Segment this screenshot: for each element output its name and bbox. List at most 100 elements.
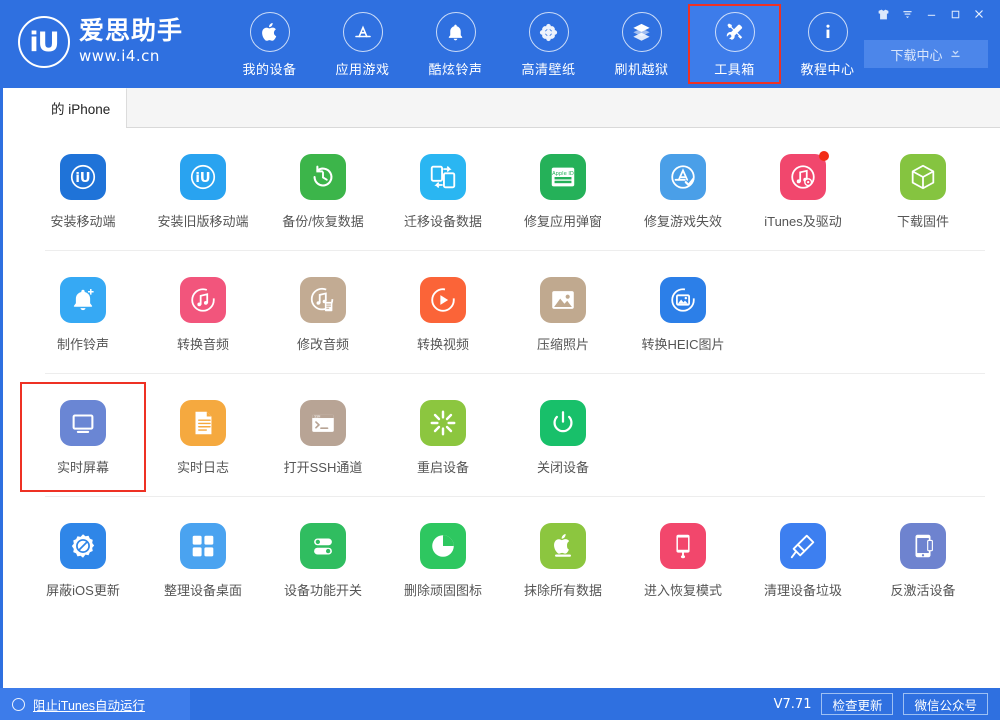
tool-label: 屏蔽iOS更新 [46,580,120,599]
nav-item-toolbox[interactable]: 工具箱 [688,4,781,84]
tool-label: 重启设备 [417,457,469,476]
video-convert-icon [420,277,466,323]
info-icon [808,12,848,52]
svg-text:iU: iU [75,171,90,186]
tool-item-appstore-fix[interactable]: 修复游戏失效 [623,146,743,238]
backup-restore-icon [300,154,346,200]
svg-text:SSH: SSH [314,414,320,418]
power-off-icon [540,400,586,446]
tool-item-photo-compress[interactable]: 压缩照片 [503,269,623,361]
tool-item-live-screen[interactable]: 实时屏幕 [23,392,143,484]
ringtone-make-icon [60,277,106,323]
download-center-button[interactable]: 下载中心 [864,40,988,68]
tool-item-i4-install[interactable]: iU安装移动端 [23,146,143,238]
brand: iU 爱思助手 www.i4.cn [18,16,183,68]
nav-item-apps-games[interactable]: 应用游戏 [316,4,409,84]
download-center-label: 下载中心 [890,45,942,64]
tool-item-ringtone-make[interactable]: 制作铃声 [23,269,143,361]
nav-label: 刷机越狱 [615,59,669,78]
arrange-home-icon [180,523,226,569]
tool-item-deactivate[interactable]: 反激活设备 [863,515,983,607]
i4-install-old-icon: iU [180,154,226,200]
tool-item-firmware-box[interactable]: 下载固件 [863,146,983,238]
tools-icon [715,12,755,52]
wechat-official-button[interactable]: 微信公众号 [903,693,988,715]
tool-item-heic-convert[interactable]: 转换HEIC图片 [623,269,743,361]
box-open-icon [622,12,662,52]
tool-group: iU安装移动端iU安装旧版移动端备份/恢复数据迁移设备数据 Apple ID 修复应… [3,128,999,250]
tool-item-reboot[interactable]: 重启设备 [383,392,503,484]
tool-item-video-convert[interactable]: 转换视频 [383,269,503,361]
tool-label: 制作铃声 [57,334,109,353]
itunes-driver-icon [780,154,826,200]
block-itunes-autorun-toggle[interactable]: 阻止iTunes自动运行 [0,688,190,720]
tool-label: 下载固件 [897,211,949,230]
tool-item-clean-junk[interactable]: 清理设备垃圾 [743,515,863,607]
tool-label: 修复应用弹窗 [524,211,602,230]
photo-compress-icon [540,277,586,323]
nav-item-my-device[interactable]: 我的设备 [223,4,316,84]
tool-group: 屏蔽iOS更新 整理设备桌面 设备功能开关删除顽固图标 抹除所有数据进入恢复模式清理设… [3,497,999,619]
tool-label: 打开SSH通道 [284,457,363,476]
tool-item-block-update[interactable]: 屏蔽iOS更新 [23,515,143,607]
tab-device[interactable]: 的 iPhone [3,88,126,128]
tool-item-ssh-terminal[interactable]: SSH 打开SSH通道 [263,392,383,484]
bell-icon [436,12,476,52]
block-itunes-autorun-label[interactable]: 阻止iTunes自动运行 [33,695,145,714]
tool-item-arrange-home[interactable]: 整理设备桌面 [143,515,263,607]
tool-item-itunes-driver[interactable]: iTunes及驱动 [743,146,863,238]
tool-label: 修复游戏失效 [644,211,722,230]
tool-item-i4-install-old[interactable]: iU安装旧版移动端 [143,146,263,238]
svg-text:Apple ID: Apple ID [552,171,574,177]
minimize-icon[interactable] [920,4,942,24]
audio-convert-icon [180,277,226,323]
tool-item-erase-all[interactable]: 抹除所有数据 [503,515,623,607]
nav-item-ringtones[interactable]: 酷炫铃声 [409,4,502,84]
tool-item-live-log[interactable]: 实时日志 [143,392,263,484]
nav-label: 工具箱 [714,59,755,78]
tabstrip-filler [126,88,1000,128]
nav-item-wallpapers[interactable]: 高清壁纸 [502,4,595,84]
tool-label: 删除顽固图标 [404,580,482,599]
reboot-icon [420,400,466,446]
download-icon [949,46,962,62]
migrate-data-icon [420,154,466,200]
tool-group: 制作铃声 转换音频修改音频 转换视频 压缩照片 转换HEIC图片 [3,251,999,373]
window-controls [872,4,990,24]
tool-item-migrate-data[interactable]: 迁移设备数据 [383,146,503,238]
tool-item-appleid-card[interactable]: Apple ID 修复应用弹窗 [503,146,623,238]
check-update-button[interactable]: 检查更新 [821,693,893,715]
tool-item-power-off[interactable]: 关闭设备 [503,392,623,484]
nav-label: 我的设备 [243,59,297,78]
nav-item-flash-jailbreak[interactable]: 刷机越狱 [595,4,688,84]
tool-item-remove-icon[interactable]: 删除顽固图标 [383,515,503,607]
radio-icon[interactable] [12,698,25,711]
tool-item-recovery-mode[interactable]: 进入恢复模式 [623,515,743,607]
tool-label: 修改音频 [297,334,349,353]
appstore-icon [343,12,383,52]
skin-icon[interactable] [872,4,894,24]
maximize-icon[interactable] [944,4,966,24]
nav-item-tutorials[interactable]: 教程中心 [781,4,874,84]
tool-item-audio-edit[interactable]: 修改音频 [263,269,383,361]
menu-dropdown-icon[interactable] [896,4,918,24]
clean-junk-icon [780,523,826,569]
firmware-box-icon [900,154,946,200]
tool-item-feature-toggle[interactable]: 设备功能开关 [263,515,383,607]
remove-icon-icon [420,523,466,569]
close-icon[interactable] [968,4,990,24]
tool-label: 转换视频 [417,334,469,353]
tool-item-audio-convert[interactable]: 转换音频 [143,269,263,361]
toolbox-content: iU安装移动端iU安装旧版移动端备份/恢复数据迁移设备数据 Apple ID 修复应… [0,128,1000,688]
brand-text: 爱思助手 www.i4.cn [79,19,183,66]
tool-label: 整理设备桌面 [164,580,242,599]
tool-label: 压缩照片 [537,334,589,353]
heic-convert-icon [660,277,706,323]
tool-row: 屏蔽iOS更新 整理设备桌面 设备功能开关删除顽固图标 抹除所有数据进入恢复模式清理设… [23,497,999,619]
live-log-icon [180,400,226,446]
tool-row: 制作铃声 转换音频修改音频 转换视频 压缩照片 转换HEIC图片 [23,251,999,373]
tool-label: 转换HEIC图片 [641,334,724,353]
tool-item-backup-restore[interactable]: 备份/恢复数据 [263,146,383,238]
recovery-mode-icon [660,523,706,569]
flower-icon [529,12,569,52]
